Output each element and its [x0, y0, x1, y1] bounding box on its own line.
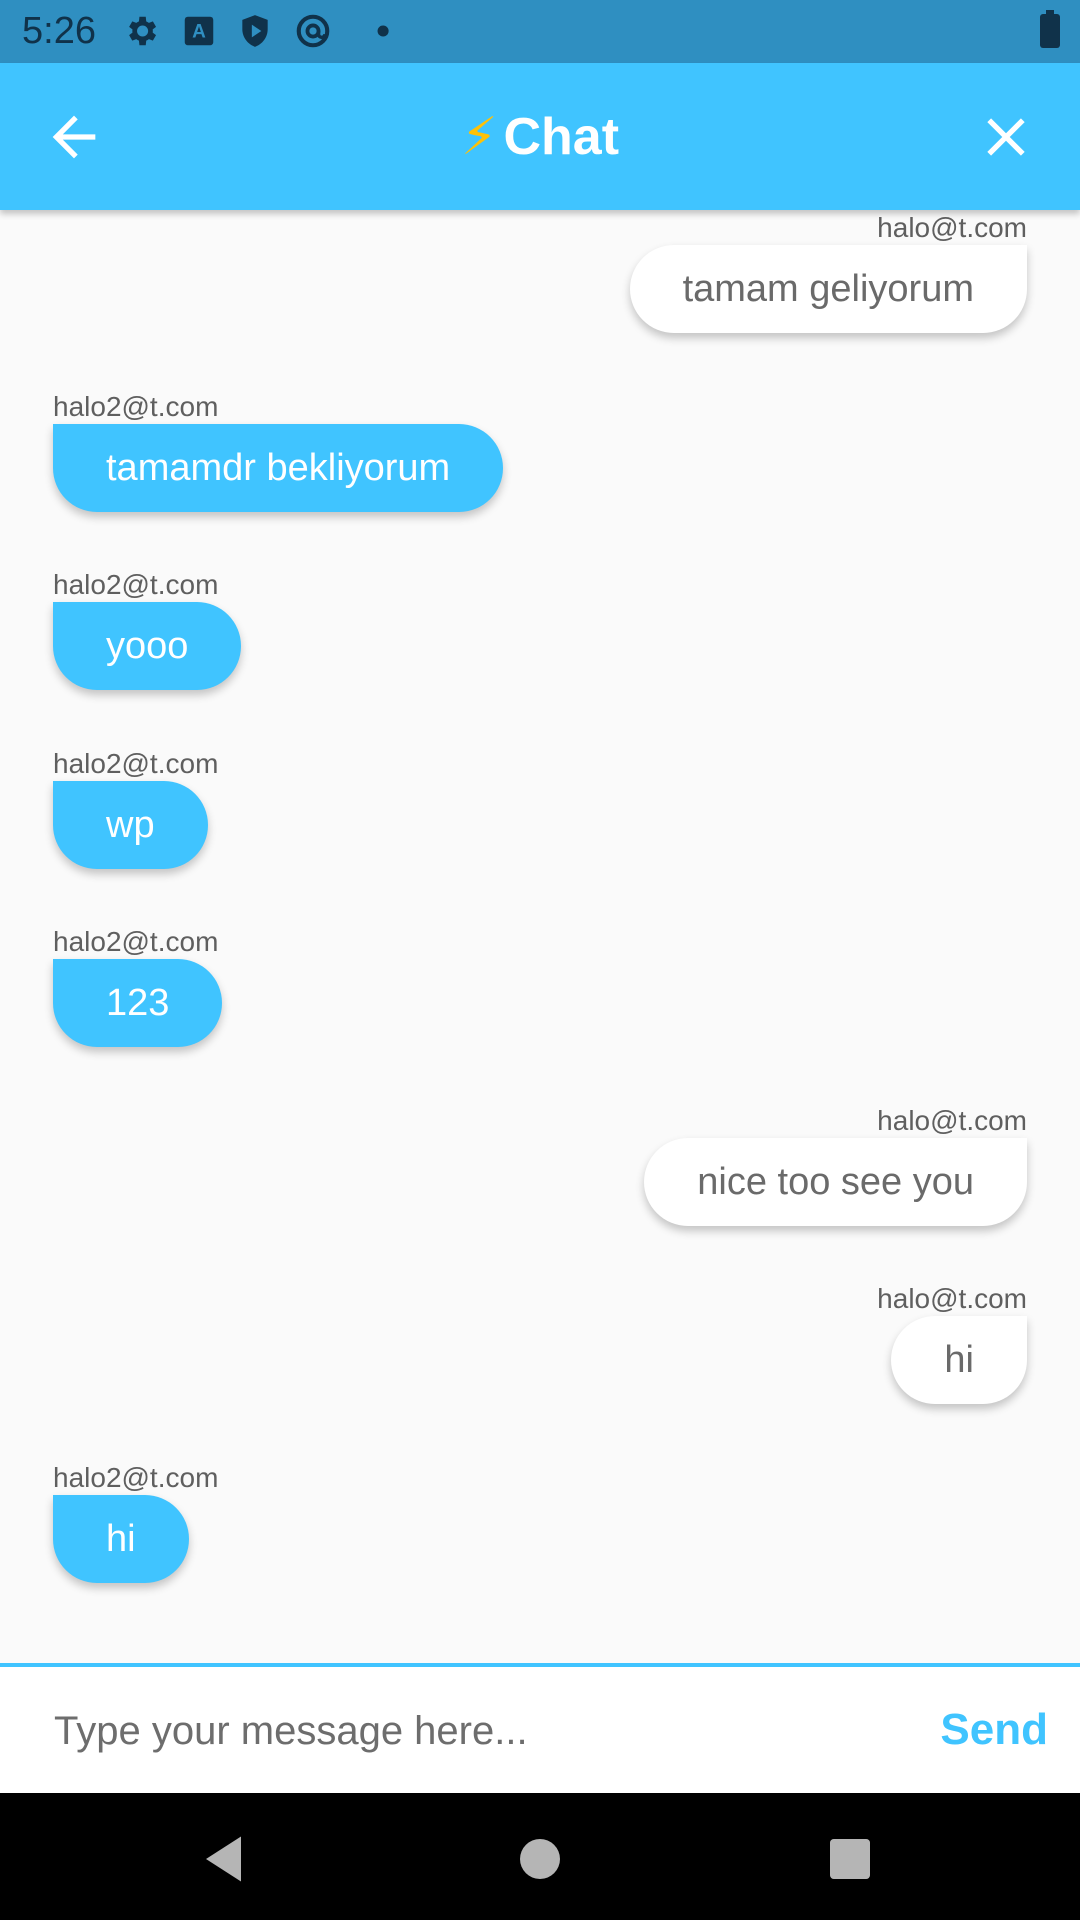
message-bubble[interactable]: hi: [891, 1316, 1027, 1404]
message-sender: halo@t.com: [877, 212, 1027, 243]
text-a-icon: A: [184, 16, 214, 46]
message-sender: halo2@t.com: [53, 748, 219, 779]
dot-icon: [377, 25, 389, 37]
message-item: halo@t.com nice too see you: [644, 1104, 1027, 1226]
message-list[interactable]: halo@t.com tamam geliyorum halo2@t.com t…: [0, 210, 1080, 1664]
message-bubble[interactable]: nice too see you: [644, 1138, 1027, 1226]
home-circle-icon[interactable]: [510, 1829, 570, 1889]
page-title: ⚡ Chat: [0, 107, 1080, 167]
message-sender: halo@t.com: [877, 1283, 1027, 1314]
message-item: halo2@t.com yooo: [53, 568, 242, 690]
lightning-icon: ⚡: [460, 108, 498, 166]
message-sender: halo2@t.com: [53, 391, 219, 422]
close-icon[interactable]: [974, 105, 1038, 169]
back-triangle-icon[interactable]: [196, 1829, 256, 1889]
app-bar: ⚡ Chat: [0, 63, 1080, 210]
message-item: halo2@t.com hi: [53, 1461, 218, 1583]
message-item: halo2@t.com tamamdr bekliyorum: [53, 390, 504, 512]
at-circle-icon: [296, 14, 330, 48]
send-button[interactable]: Send: [940, 1705, 1048, 1755]
message-item: halo2@t.com 123: [53, 925, 223, 1047]
svg-text:A: A: [192, 21, 206, 42]
shield-play-icon: [242, 15, 268, 47]
message-bubble[interactable]: hi: [53, 1495, 189, 1583]
message-sender: halo2@t.com: [53, 1462, 219, 1493]
message-bubble[interactable]: wp: [53, 781, 208, 869]
message-bubble[interactable]: tamamdr bekliyorum: [53, 424, 504, 512]
message-bubble[interactable]: tamam geliyorum: [629, 245, 1027, 333]
page-title-text: Chat: [503, 108, 620, 166]
recents-square-icon[interactable]: [820, 1829, 880, 1889]
message-sender: halo@t.com: [877, 1105, 1027, 1136]
message-composer: Send: [0, 1663, 1080, 1797]
battery-icon: [1040, 10, 1060, 48]
status-time: 5:26: [22, 10, 96, 52]
system-nav-bar: [0, 1793, 1080, 1920]
message-sender: halo2@t.com: [53, 569, 219, 600]
message-sender: halo2@t.com: [53, 926, 219, 957]
message-bubble[interactable]: yooo: [53, 602, 242, 690]
message-item: halo@t.com tamam geliyorum: [629, 211, 1027, 333]
message-bubble[interactable]: 123: [53, 959, 223, 1047]
settings-icon: [129, 16, 157, 46]
status-bar: 5:26 A: [0, 0, 1080, 63]
message-input[interactable]: [52, 1695, 896, 1767]
message-item: halo@t.com hi: [877, 1282, 1027, 1404]
message-item: halo2@t.com wp: [53, 747, 218, 869]
